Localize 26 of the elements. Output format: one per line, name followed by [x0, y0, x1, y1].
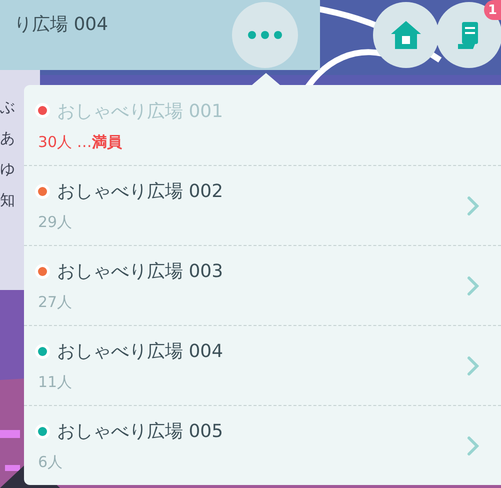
room-item[interactable]: おしゃべり広場 005 6人 [24, 405, 501, 485]
member-name: あ [0, 129, 16, 148]
room-item[interactable]: おしゃべり広場 002 29人 [24, 165, 501, 245]
member-count: 27人 [38, 293, 74, 312]
member-name: ぶ [0, 98, 16, 117]
chevron-icon [467, 356, 479, 376]
room-name: おしゃべり広場 004 [57, 340, 224, 363]
chevron-icon [467, 276, 479, 296]
room-name: おしゃべり広場 001 [57, 100, 224, 122]
room-title: り広場 004 [14, 13, 108, 36]
member-name: ゆ [0, 160, 16, 179]
member-count: 29人 [38, 213, 74, 232]
home-icon [390, 20, 422, 50]
member-count: 6人 [38, 453, 64, 472]
chevron-icon [467, 436, 479, 456]
member-name: 知 [0, 191, 16, 210]
chevron-icon [467, 196, 479, 216]
room-name: おしゃべり広場 003 [57, 260, 224, 283]
member-count: 30人 …満員 [38, 132, 123, 152]
room-item[interactable]: おしゃべり広場 003 27人 [24, 245, 501, 325]
more-icon [248, 31, 282, 39]
document-icon [457, 20, 481, 50]
member-count: 11人 [38, 373, 74, 392]
room-name: おしゃべり広場 002 [57, 180, 224, 203]
room-item[interactable]: おしゃべり広場 004 11人 [24, 325, 501, 405]
room-name: おしゃべり広場 005 [57, 420, 224, 443]
